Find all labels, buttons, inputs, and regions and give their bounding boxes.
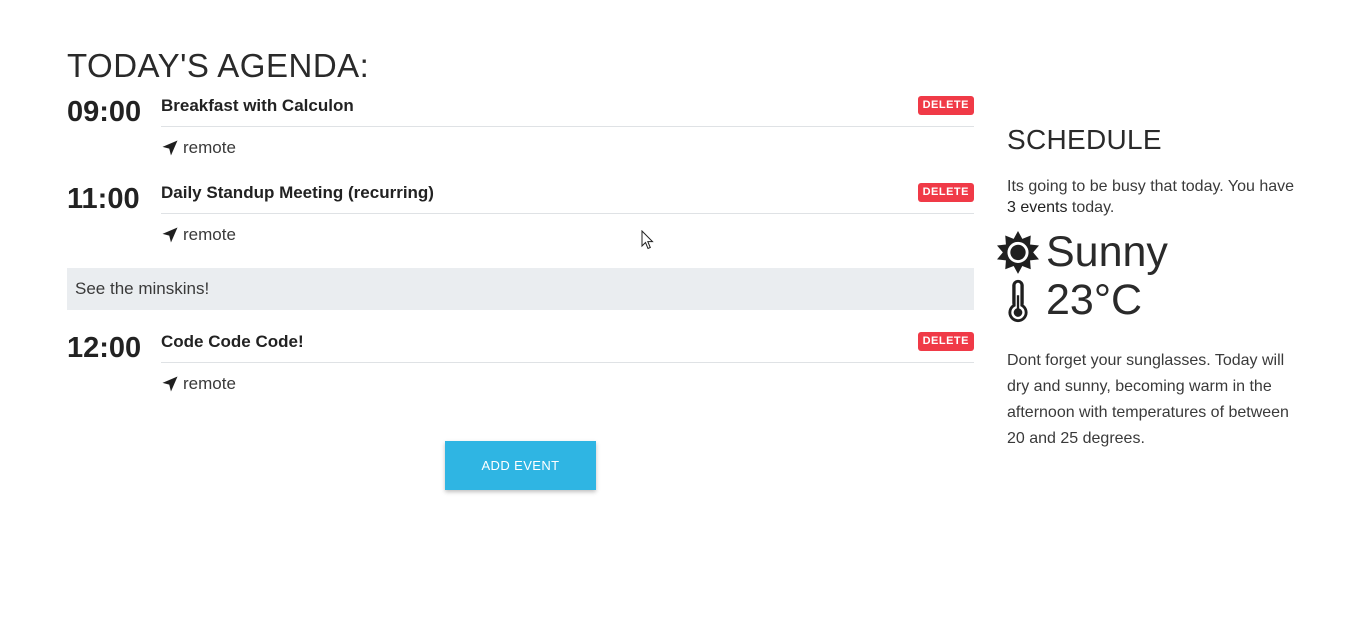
location-arrow-icon: [162, 376, 178, 392]
location-arrow-icon: [162, 227, 178, 243]
event-divider: [161, 126, 974, 127]
event-item: 12:00 Code Code Code! DELETE remote: [67, 322, 974, 409]
schedule-summary: Its going to be busy that today. You hav…: [1007, 176, 1297, 218]
delete-button[interactable]: DELETE: [917, 96, 974, 115]
weather-condition-row: Sunny: [997, 228, 1297, 276]
summary-suffix: today.: [1067, 199, 1115, 216]
add-event-wrapper: ADD EVENT: [445, 441, 596, 490]
event-title: Breakfast with Calculon: [161, 96, 354, 115]
thermometer-icon: [1008, 279, 1028, 323]
event-time: 09:00: [67, 96, 142, 128]
agenda-page: TODAY'S AGENDA: 09:00 Breakfast with Cal…: [0, 0, 1356, 629]
weather-temperature-row: 23°C: [1007, 276, 1297, 324]
weather-temperature: 23°C: [1046, 276, 1143, 324]
event-note: See the minskins!: [67, 268, 974, 310]
location-arrow-icon: [162, 140, 178, 156]
event-time: 11:00: [67, 183, 140, 215]
schedule-description: Dont forget your sunglasses. Today will …: [1007, 352, 1289, 447]
summary-prefix: Its going to be busy that today. You hav…: [1007, 178, 1295, 195]
event-location-text: remote: [183, 374, 236, 393]
event-location-text: remote: [183, 225, 236, 244]
event-title: Code Code Code!: [161, 332, 304, 351]
event-location: remote: [161, 225, 236, 245]
event-location: remote: [161, 138, 236, 158]
sun-icon: [997, 230, 1039, 274]
weather-condition: Sunny: [1046, 228, 1168, 276]
event-item: 11:00 Daily Standup Meeting (recurring) …: [67, 173, 974, 260]
event-item: 09:00 Breakfast with Calculon DELETE rem…: [67, 86, 974, 173]
event-location-text: remote: [183, 138, 236, 157]
event-title: Daily Standup Meeting (recurring): [161, 183, 434, 202]
summary-count: 3 events: [1007, 199, 1068, 216]
add-event-button[interactable]: ADD EVENT: [445, 441, 596, 490]
schedule-panel: SCHEDULE Its going to be busy that today…: [997, 122, 1297, 452]
event-divider: [161, 213, 974, 214]
agenda-section: TODAY'S AGENDA: 09:00 Breakfast with Cal…: [67, 46, 974, 490]
event-time: 12:00: [67, 332, 142, 364]
mouse-cursor-icon: [641, 230, 654, 250]
delete-button[interactable]: DELETE: [917, 332, 974, 351]
weather-block: Sunny 23°C: [997, 228, 1297, 324]
event-location: remote: [161, 374, 236, 394]
delete-button[interactable]: DELETE: [917, 183, 974, 202]
event-divider: [161, 362, 974, 363]
schedule-title: SCHEDULE: [1007, 124, 1162, 155]
agenda-title: TODAY'S AGENDA:: [67, 47, 370, 84]
